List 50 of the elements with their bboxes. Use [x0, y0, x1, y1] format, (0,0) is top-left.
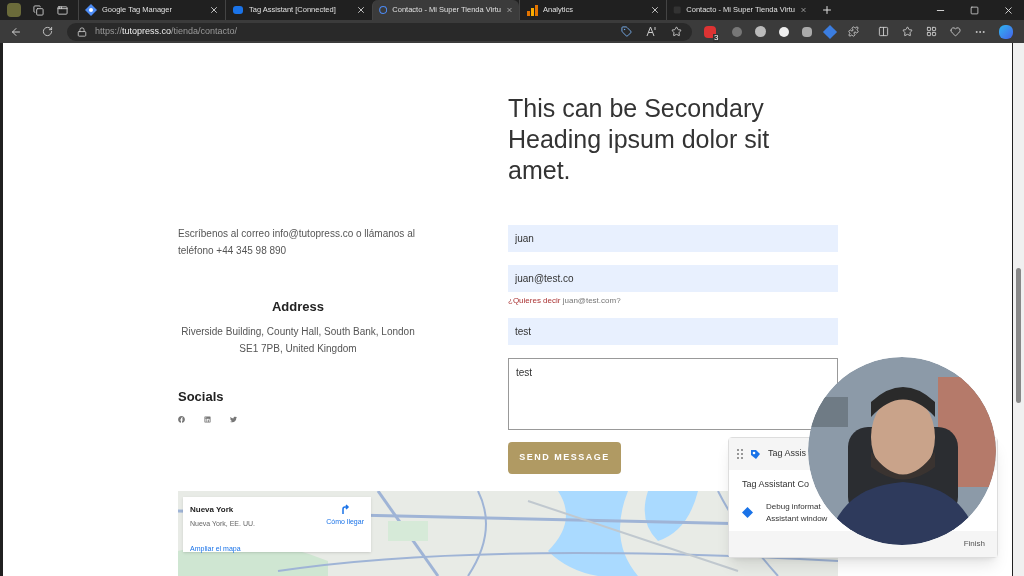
- new-tab-icon[interactable]: [821, 4, 833, 16]
- lock-icon[interactable]: [77, 26, 87, 37]
- reload-icon[interactable]: [42, 26, 53, 37]
- facebook-icon[interactable]: [178, 416, 185, 423]
- close-icon[interactable]: [650, 5, 660, 15]
- split-screen-icon[interactable]: [878, 26, 890, 37]
- place-name: Nueva York: [190, 504, 235, 516]
- extension-icon[interactable]: [779, 26, 790, 37]
- address-bar[interactable]: https://tutopress.co/tienda/contacto/: [67, 22, 692, 41]
- diamond-icon: [742, 507, 753, 518]
- close-icon[interactable]: [209, 5, 219, 15]
- extension-icon[interactable]: [802, 26, 813, 37]
- diamond-icon: [85, 4, 97, 16]
- close-icon[interactable]: [1003, 4, 1014, 16]
- close-icon[interactable]: [356, 5, 366, 15]
- tag-icon[interactable]: [621, 26, 632, 37]
- favorites-icon[interactable]: [902, 26, 914, 37]
- message-field[interactable]: test: [508, 358, 838, 430]
- collections-icon[interactable]: [926, 26, 938, 37]
- address-text: Riverside Building, County Hall, South Bank, London SE1 7PB, United Kingdom: [180, 324, 416, 356]
- maximize-icon[interactable]: [970, 5, 979, 15]
- section-heading: This can be Secondary Heading ipsum dolor sit amet.: [508, 93, 771, 186]
- email-field[interactable]: juan@test.co: [508, 265, 838, 292]
- directions-icon[interactable]: [340, 504, 351, 514]
- twitter-icon[interactable]: [230, 416, 237, 423]
- name-field[interactable]: juan: [508, 225, 838, 252]
- subject-field[interactable]: test: [508, 318, 838, 345]
- tag-icon: [750, 448, 761, 460]
- drag-handle-icon[interactable]: [737, 449, 743, 459]
- socials-heading: Socials: [178, 387, 225, 406]
- workspaces-icon[interactable]: [33, 4, 44, 16]
- scrollbar[interactable]: [1013, 43, 1024, 576]
- puzzle-icon[interactable]: [848, 26, 860, 37]
- tag-icon: [232, 4, 244, 16]
- tab-actions-icon[interactable]: [57, 4, 68, 16]
- contact-text: Escríbenos al correo info@tutopress.co o llámanos al teléfono +44 345 98 890: [178, 227, 416, 258]
- panel-subtitle: Tag Assistant Co: [741, 478, 811, 491]
- email-suggestion: ¿Quieres decir juan@test.com?: [508, 295, 622, 307]
- panel-message: Debug informat: [766, 500, 822, 513]
- linkedin-icon[interactable]: [204, 416, 211, 423]
- read-aloud-icon[interactable]: [646, 26, 657, 37]
- panel-title: Tag Assis: [768, 447, 807, 461]
- bar-chart-icon: [526, 4, 538, 16]
- extension-icon[interactable]: [755, 26, 767, 37]
- extension-badge: 3: [713, 33, 720, 42]
- favorite-icon[interactable]: [671, 26, 682, 37]
- address-heading: Address: [271, 298, 325, 316]
- page-icon: [379, 4, 388, 16]
- url-text: https://tutopress.co/tienda/contacto/: [95, 24, 239, 38]
- back-icon[interactable]: [10, 25, 22, 38]
